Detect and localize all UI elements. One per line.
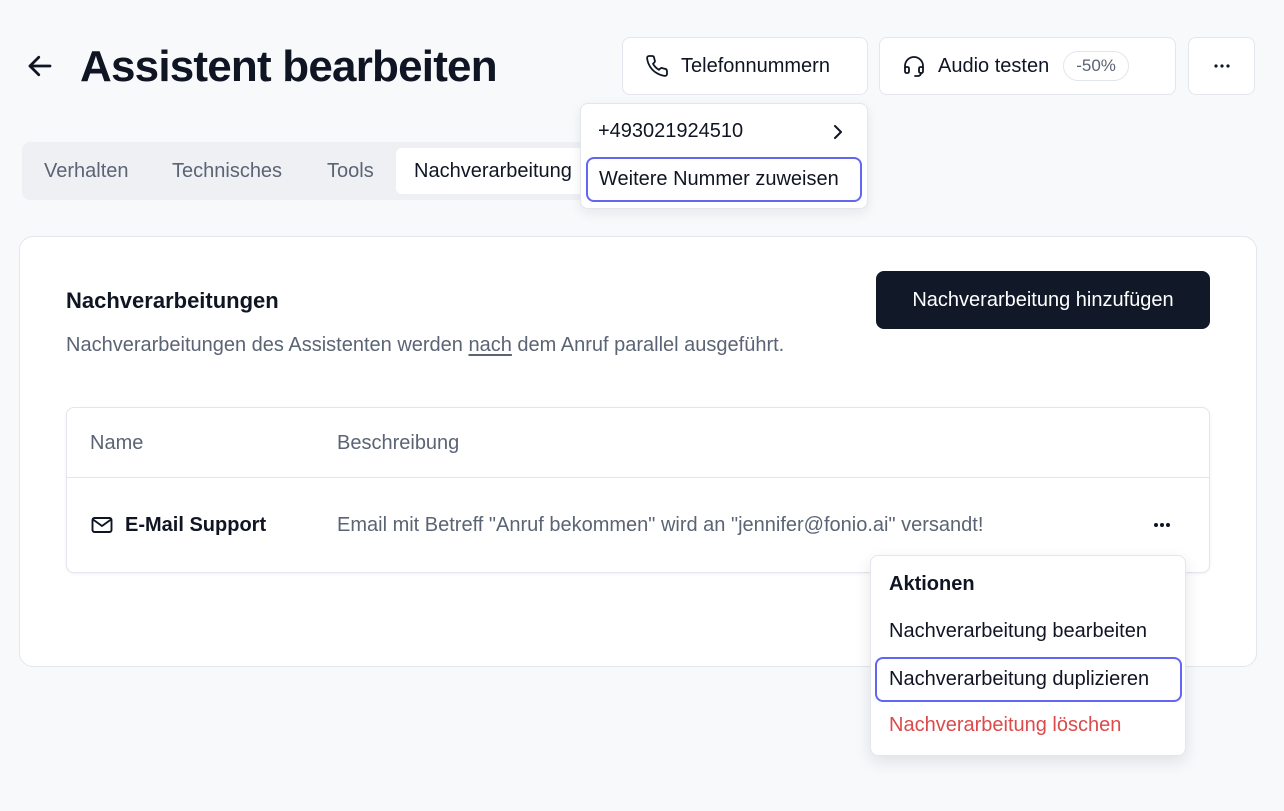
section-description-end: dem Anruf parallel ausgeführt. <box>511 334 785 356</box>
duplicate-post-processing-item[interactable]: Nachverarbeitung duplizieren <box>875 657 1182 702</box>
tab-bar: Verhalten Technisches Tools Nachverarbei… <box>22 142 602 200</box>
section-description: Nachverarbeitungen des Assistenten werde… <box>66 334 784 357</box>
more-options-button[interactable] <box>1188 37 1255 95</box>
tab-tools[interactable]: Tools <box>327 148 374 194</box>
delete-post-processing-item[interactable]: Nachverarbeitung löschen <box>889 714 1121 737</box>
mail-icon <box>90 513 114 537</box>
actions-heading: Aktionen <box>889 573 975 595</box>
audio-test-button[interactable]: Audio testen -50% <box>879 37 1176 95</box>
discount-badge: -50% <box>1063 51 1129 81</box>
assign-number-item[interactable]: Weitere Nummer zuweisen <box>586 157 862 202</box>
phone-numbers-button[interactable]: Telefonnummern <box>622 37 868 95</box>
row-actions-button[interactable] <box>1146 510 1178 540</box>
column-header-name: Name <box>90 432 144 454</box>
table-divider <box>67 477 1209 478</box>
tab-verhalten[interactable]: Verhalten <box>44 148 129 194</box>
section-title: Nachverarbeitungen <box>66 288 279 313</box>
section-description-emphasis: nach <box>468 334 512 356</box>
tab-nachverarbeitung[interactable]: Nachverarbeitung <box>396 148 602 194</box>
section-description-start: Nachverarbeitungen des Assistenten werde… <box>66 334 469 356</box>
back-button[interactable] <box>20 46 60 86</box>
row-description: Email mit Betreff "Anruf bekommen" wird … <box>337 514 984 536</box>
arrow-left-icon <box>28 55 52 77</box>
post-processing-table <box>66 407 1210 573</box>
more-horizontal-icon <box>1213 64 1230 68</box>
phone-icon <box>646 55 668 77</box>
page-title: Assistent bearbeiten <box>80 42 498 91</box>
add-post-processing-button[interactable]: Nachverarbeitung hinzufügen <box>876 271 1210 329</box>
headset-icon <box>904 56 924 77</box>
audio-test-label: Audio testen <box>938 54 1050 77</box>
chevron-right-icon[interactable] <box>828 120 848 144</box>
phone-numbers-label: Telefonnummern <box>681 54 830 77</box>
tab-technisches[interactable]: Technisches <box>172 148 282 194</box>
more-horizontal-icon <box>1154 523 1170 527</box>
row-name: E-Mail Support <box>125 514 267 536</box>
edit-post-processing-item[interactable]: Nachverarbeitung bearbeiten <box>889 620 1147 643</box>
phone-number-item[interactable]: +493021924510 <box>598 120 743 143</box>
column-header-description: Beschreibung <box>337 432 460 454</box>
